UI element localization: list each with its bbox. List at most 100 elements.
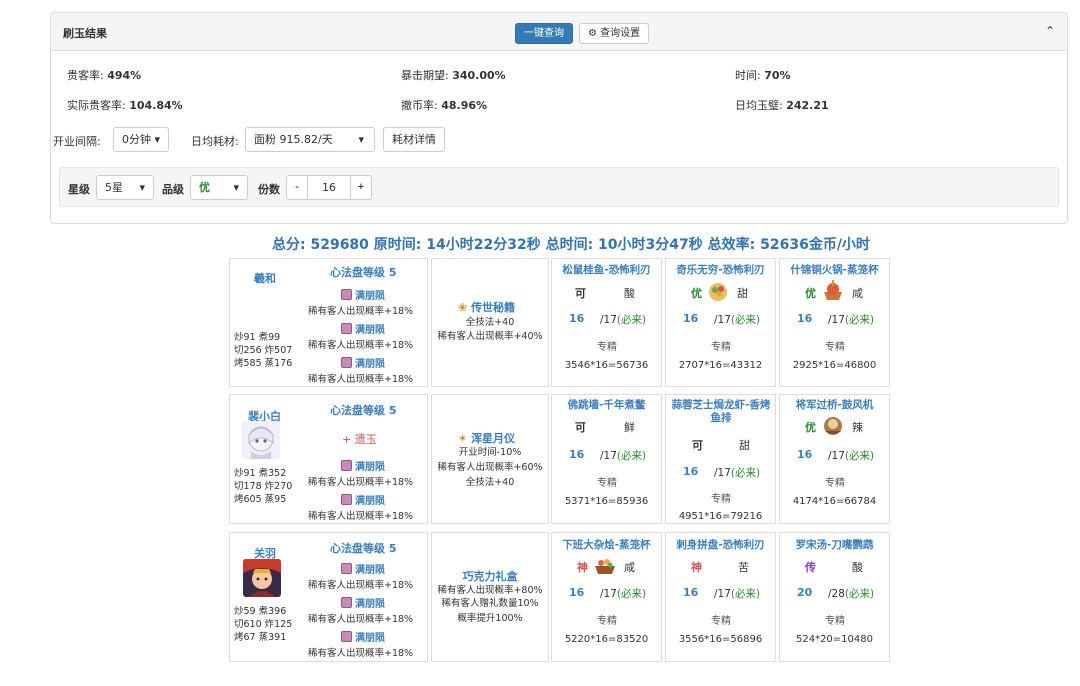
dish-count: 16 xyxy=(797,448,813,461)
dish-calc: 2707*16=43312 xyxy=(678,360,763,371)
dish-cell: 刺身拼盘-恐怖利刃 神 苦 16 /17(必来) 专精 3556*16=5689… xyxy=(665,532,776,662)
coin-rate: 撤币率: 48.96% xyxy=(401,97,487,113)
dish-skill: 专精 xyxy=(825,616,845,627)
count-input[interactable]: 16 xyxy=(307,175,351,200)
equip-desc: 稀有客人出现概率+18% xyxy=(308,580,414,591)
dish-rank: 可 xyxy=(575,287,586,300)
chef-stat-line: 切610 炸125 xyxy=(234,619,293,630)
dish-image xyxy=(824,280,842,300)
dish-cell: 罗宋汤-刀嘴鹦鹉 传 酸 20 /28(必来) 专精 524*20=10480 xyxy=(779,532,890,662)
quick-query-button[interactable]: 一键查询 xyxy=(515,23,573,44)
equip-line: 满朋陨 xyxy=(341,629,385,644)
cost-detail-button[interactable]: 耗材详情 xyxy=(383,127,445,152)
dish-max: /28(必来) xyxy=(828,586,874,601)
guest-rate-label: 贵客率: xyxy=(67,69,108,82)
chef-stats: 炒59 煮396 切610 炸125 烤67 蒸391 xyxy=(234,605,292,644)
equipment-desc: 稀有客人出现概率+60% xyxy=(437,462,543,473)
dish-must: (必来) xyxy=(730,588,761,600)
dish-name: 什锦铜火锅-蒸笼杯 xyxy=(790,264,879,276)
dish-skill: 专精 xyxy=(597,616,617,627)
dish-max-value: /17 xyxy=(714,588,731,600)
dish-calc: 4951*16=79216 xyxy=(678,511,763,522)
query-settings-button[interactable]: ⚙ 查询设置 xyxy=(579,23,650,44)
dish-cell: 什锦铜火锅-蒸笼杯 优 咸 16 /17(必来) 专精 2925*16=4680… xyxy=(779,258,890,387)
gem-icon xyxy=(341,289,352,300)
jade-label: + 遗玉 xyxy=(342,433,377,446)
panel-header: 刷玉结果 一键查询 ⚙ 查询设置 ⌃ xyxy=(51,13,1067,51)
dish-max-value: /17 xyxy=(714,467,731,479)
dish-name: 罗宋汤-刀嘴鹦鹉 xyxy=(795,539,874,551)
equipment-name: 浑星月仪 xyxy=(471,432,516,445)
equipment-desc: 稀有客人出现概率+40% xyxy=(437,331,543,342)
dish-must: (必来) xyxy=(844,450,875,462)
dish-count: 16 xyxy=(683,312,699,325)
dish-flavor: 甜 xyxy=(737,287,748,300)
count-plus-button[interactable]: + xyxy=(350,175,372,200)
equip-desc: 稀有客人出现概率+18% xyxy=(308,374,414,385)
dish-cell: 将军过桥-鼓风机 优 辣 16 /17(必来) 专精 4174*16=66784 xyxy=(779,394,890,524)
equip-desc: 稀有客人出现概率+18% xyxy=(308,511,414,522)
dish-name: 将军过桥-鼓风机 xyxy=(795,399,874,411)
equip-desc: 稀有客人出现概率+18% xyxy=(308,614,414,625)
dish-flavor: 苦 xyxy=(738,561,749,574)
count-minus-button[interactable]: - xyxy=(286,175,308,200)
dish-flavor: 甜 xyxy=(739,439,750,452)
equipment-name: 巧克力礼盒 xyxy=(462,570,518,583)
dish-name: 松鼠桂鱼-恐怖利刃 xyxy=(562,264,651,276)
time-stat: 时间: 70% xyxy=(735,67,791,83)
dish-name: 蒜蓉芝士焗龙虾-香烤鱼排 xyxy=(671,399,771,424)
dish-name: 奇乐无穷-恐怖利刃 xyxy=(676,264,765,276)
equip-name: 满朋陨 xyxy=(355,633,385,644)
dish-max-value: /17 xyxy=(828,450,845,462)
cost-select[interactable]: 面粉 915.82/天 ▾ xyxy=(245,127,375,152)
daily-jade: 日均玉璧: 242.21 xyxy=(735,97,829,113)
dish-flavor: 鲜 xyxy=(624,421,635,434)
dish-count: 16 xyxy=(569,312,585,325)
dish-rank: 优 xyxy=(805,287,816,300)
dish-max: /17(必来) xyxy=(600,586,646,601)
dish-max-value: /17 xyxy=(600,314,617,326)
star-select[interactable]: 5星 ▾ xyxy=(96,175,154,200)
dish-flavor: 酸 xyxy=(852,561,863,574)
guest-rate-value: 494% xyxy=(107,69,142,82)
chef-stat-line: 炒59 煮396 xyxy=(234,606,287,617)
grade-select[interactable]: 优 ▾ xyxy=(190,175,248,200)
panel-title: 刷玉结果 xyxy=(63,27,107,40)
actual-guest-label: 实际贵客率: xyxy=(67,99,130,112)
result-panel: 刷玉结果 一键查询 ⚙ 查询设置 ⌃ 贵客率: 494% 暴击期望: 340.0… xyxy=(50,12,1068,224)
dish-rank: 神 xyxy=(577,561,588,574)
actual-guest-rate: 实际贵客率: 104.84% xyxy=(67,97,183,113)
coin-value: 48.96% xyxy=(441,99,488,112)
cost-value: 面粉 915.82/天 xyxy=(254,133,333,146)
dish-calc: 5220*16=83520 xyxy=(564,634,649,645)
dish-must: (必来) xyxy=(730,314,761,326)
equip-line: 满朋陨 xyxy=(341,321,385,336)
dish-cell: 蒜蓉芝士焗龙虾-香烤鱼排 可 甜 16 /17(必来) 专精 4951*16=7… xyxy=(665,394,776,524)
dish-must: (必来) xyxy=(616,450,647,462)
gem-icon xyxy=(341,563,352,574)
dish-max: /17(必来) xyxy=(714,312,760,327)
dish-rank: 可 xyxy=(692,439,703,452)
dish-cell: 下班大杂烩-蒸笼杯 神 咸 16 /17(必来) 专精 5220*16=8352… xyxy=(551,532,662,662)
dish-image xyxy=(824,417,842,435)
chef-stat-line: 烤605 蒸95 xyxy=(234,494,287,505)
chevron-up-icon[interactable]: ⌃ xyxy=(1045,24,1055,38)
equipment-name: 传世秘籍 xyxy=(471,301,516,314)
crit-label: 暴击期望: xyxy=(401,69,453,82)
dish-flavor: 酸 xyxy=(624,287,635,300)
equipment-desc: 稀有客人出现概率+80% xyxy=(437,585,543,596)
controls-row: 开业间隔: 0分钟 ▾ 日均耗材: 面粉 915.82/天 ▾ 耗材详情 xyxy=(51,127,511,153)
dish-max: /17(必来) xyxy=(600,448,646,463)
interval-select[interactable]: 0分钟 ▾ xyxy=(113,127,170,152)
equipment-desc: 开业时间-10% xyxy=(458,447,522,458)
chef-stats: 炒91 煮352 切178 炸270 烤605 蒸95 xyxy=(234,467,292,506)
query-settings-label: 查询设置 xyxy=(600,28,641,39)
dish-skill: 专精 xyxy=(597,342,617,353)
guest-rate: 贵客率: 494% xyxy=(67,67,141,83)
equip-name: 满朋陨 xyxy=(355,565,385,576)
dish-max: /17(必来) xyxy=(828,448,874,463)
gem-icon xyxy=(341,323,352,334)
chef-stat-line: 烤585 蒸176 xyxy=(234,358,293,369)
dish-skill: 专精 xyxy=(597,478,617,489)
coin-label: 撤币率: xyxy=(401,99,442,112)
